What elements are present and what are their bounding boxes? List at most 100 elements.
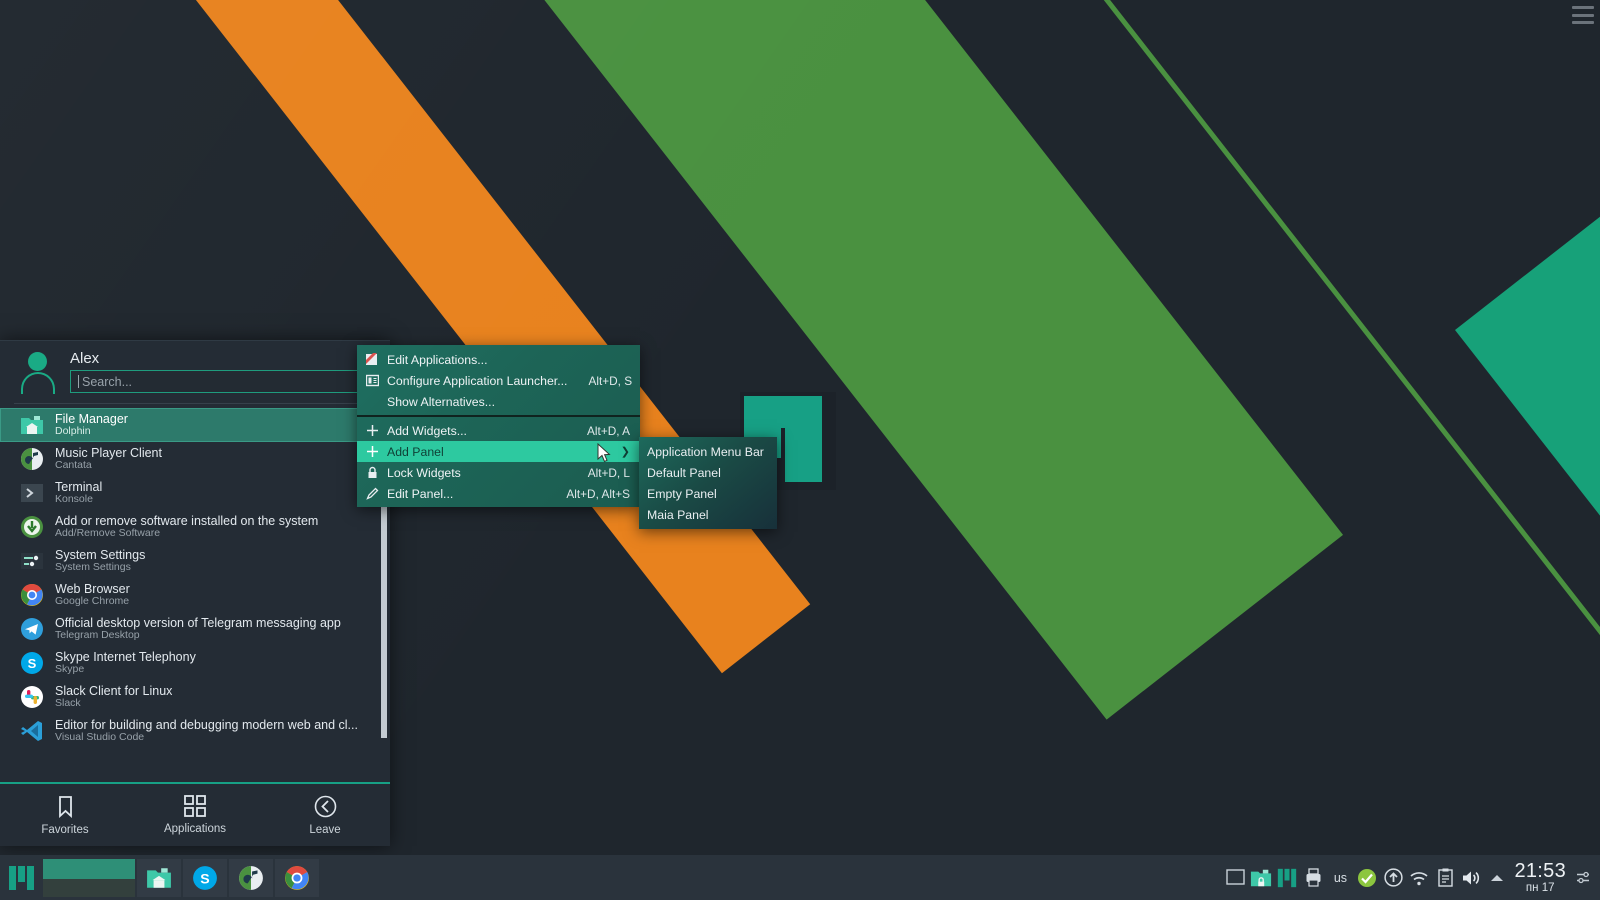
list-item-subtitle: Add/Remove Software — [55, 528, 161, 540]
launcher-header: Alex — [0, 341, 390, 403]
list-item[interactable]: System Settings System Settings — [0, 544, 390, 578]
keyboard-layout-indicator[interactable]: us — [1326, 855, 1354, 900]
application-launcher[interactable]: Alex File Manager — [0, 340, 390, 846]
slack-icon — [20, 685, 44, 709]
list-item-title: Terminal — [55, 480, 103, 495]
configure-icon — [365, 373, 380, 388]
manjaro-icon[interactable] — [1274, 855, 1300, 900]
taskbar-window-button[interactable] — [137, 858, 181, 897]
taskbar-window-button[interactable] — [229, 858, 273, 897]
active-window-icon — [43, 858, 135, 879]
folder-lock-icon[interactable] — [1248, 855, 1274, 900]
menu-item-edit-applications[interactable]: Edit Applications... — [357, 349, 640, 370]
folder-icon — [146, 865, 172, 891]
show-desktop-icon[interactable] — [1222, 855, 1248, 900]
update-arrow-icon[interactable] — [1380, 855, 1406, 900]
hamburger-icon[interactable] — [1572, 6, 1594, 24]
desktop[interactable]: Alex File Manager — [0, 0, 1600, 900]
no-icon — [365, 394, 380, 409]
list-item[interactable]: File Manager Dolphin — [0, 408, 390, 442]
pencil-icon — [365, 486, 380, 501]
list-item-title: Web Browser — [55, 582, 130, 597]
menu-separator — [357, 415, 640, 417]
wifi-icon[interactable] — [1406, 855, 1432, 900]
volume-icon[interactable] — [1458, 855, 1484, 900]
taskbar-window-button-active[interactable] — [43, 858, 135, 897]
tab-applications[interactable]: Applications — [130, 784, 260, 846]
list-item-subtitle: Cantata — [55, 460, 92, 472]
taskbar-window-button[interactable]: S — [183, 858, 227, 897]
list-item-subtitle: Konsole — [55, 494, 93, 506]
chrome-icon — [284, 865, 310, 891]
skype-icon: S — [192, 865, 218, 891]
plus-icon — [365, 423, 380, 438]
list-item[interactable]: Slack Client for Linux Slack — [0, 680, 390, 714]
printer-icon[interactable] — [1300, 855, 1326, 900]
terminal-icon — [20, 481, 44, 505]
menu-item-configure-application-launcher[interactable]: Configure Application Launcher... Alt+D,… — [357, 370, 640, 391]
clipboard-icon[interactable] — [1432, 855, 1458, 900]
launcher-tabbar[interactable]: Favorites Applications Leave — [0, 784, 390, 846]
wallpaper-wedge-behind-panel — [1332, 827, 1482, 855]
chevron-right-icon: ❯ — [620, 446, 630, 458]
context-menu[interactable]: Edit Applications... Configure Applicati… — [357, 345, 640, 507]
manjaro-start-icon — [9, 865, 34, 890]
music-note-icon — [238, 865, 264, 891]
lock-icon — [365, 465, 380, 480]
menu-item-label: Add Widgets... — [387, 423, 467, 438]
list-item[interactable]: Music Player Client Cantata — [0, 442, 390, 476]
tab-label: Favorites — [41, 823, 89, 836]
menu-item-label: Lock Widgets — [387, 465, 461, 480]
menu-item-add-panel[interactable]: Add Panel ❯ — [357, 441, 640, 462]
system-tray[interactable]: us 21:53 пн 17 — [1222, 855, 1600, 900]
search-input[interactable] — [80, 373, 372, 390]
download-icon — [20, 515, 44, 539]
expand-arrow-icon[interactable] — [1484, 855, 1510, 900]
list-item[interactable]: Terminal Konsole — [0, 476, 390, 510]
menu-item-label: Add Panel — [387, 444, 444, 459]
tab-leave[interactable]: Leave — [260, 784, 390, 846]
menu-item-add-widgets[interactable]: Add Widgets... Alt+D, A — [357, 420, 640, 441]
list-item[interactable]: Web Browser Google Chrome — [0, 578, 390, 612]
list-item-subtitle: System Settings — [55, 562, 131, 574]
submenu-item-default-panel[interactable]: Default Panel — [639, 462, 777, 483]
tab-label: Applications — [163, 823, 226, 835]
menu-item-show-alternatives[interactable]: Show Alternatives... — [357, 391, 640, 412]
edit-applications-icon — [365, 352, 380, 367]
list-item[interactable]: Official desktop version of Telegram mes… — [0, 612, 390, 646]
taskbar-panel[interactable]: S us 21:53 пн 17 — [0, 855, 1600, 900]
panel-application-launcher-button[interactable] — [0, 855, 42, 900]
grid-icon — [184, 795, 206, 817]
search-box[interactable] — [70, 370, 380, 393]
check-circle-icon[interactable] — [1354, 855, 1380, 900]
menu-item-shortcut: Alt+D, A — [587, 423, 630, 438]
menu-item-lock-widgets[interactable]: Lock Widgets Alt+D, L — [357, 462, 640, 483]
list-item-title: Editor for building and debugging modern… — [55, 718, 358, 733]
user-avatar-icon[interactable] — [18, 350, 58, 394]
panel-config-icon[interactable] — [1574, 855, 1592, 900]
list-item[interactable]: Editor for building and debugging modern… — [0, 714, 390, 748]
submenu-item-application-menu-bar[interactable]: Application Menu Bar — [639, 441, 777, 462]
tab-label: Leave — [309, 823, 341, 836]
list-item-subtitle: Telegram Desktop — [55, 630, 140, 642]
taskbar-window-button[interactable] — [275, 858, 319, 897]
application-list[interactable]: File Manager Dolphin Music Player Client… — [0, 404, 390, 782]
tab-favorites[interactable]: Favorites — [0, 784, 130, 846]
list-item-subtitle: Google Chrome — [55, 596, 130, 608]
menu-item-label: Edit Panel... — [387, 486, 454, 501]
list-item-title: Skype Internet Telephony — [55, 650, 196, 665]
list-item-title: Slack Client for Linux — [55, 684, 173, 699]
submenu-item-empty-panel[interactable]: Empty Panel — [639, 483, 777, 504]
list-item[interactable]: Add or remove software installed on the … — [0, 510, 390, 544]
music-note-icon — [20, 447, 44, 471]
submenu-item-maia-panel[interactable]: Maia Panel — [639, 504, 777, 525]
list-item-title: File Manager — [55, 412, 128, 427]
menu-item-label: Configure Application Launcher... — [387, 373, 568, 388]
telegram-icon — [20, 617, 44, 641]
add-panel-submenu[interactable]: Application Menu Bar Default Panel Empty… — [639, 437, 777, 529]
list-item[interactable]: S Skype Internet Telephony Skype — [0, 646, 390, 680]
chrome-icon — [20, 583, 44, 607]
digital-clock[interactable]: 21:53 пн 17 — [1510, 855, 1574, 900]
bookmark-icon — [55, 795, 76, 818]
menu-item-edit-panel[interactable]: Edit Panel... Alt+D, Alt+S — [357, 483, 640, 504]
